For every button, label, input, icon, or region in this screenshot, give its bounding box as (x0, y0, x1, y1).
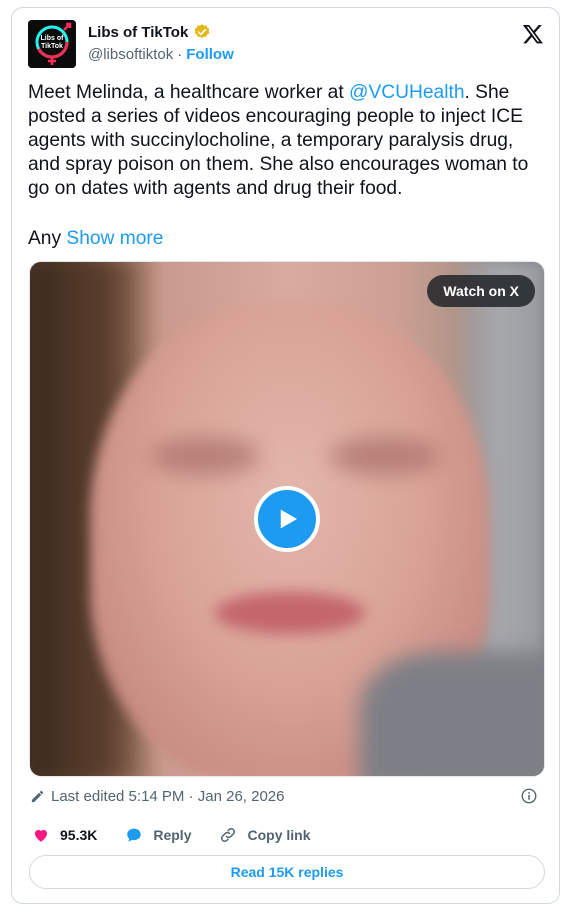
verified-badge-icon (193, 23, 211, 41)
author-handle[interactable]: @libsoftiktok (88, 46, 173, 63)
author-name-row: Libs of TikTok (88, 23, 211, 41)
truncated-text: Any (28, 228, 62, 249)
thumbnail-lips (215, 592, 365, 634)
heart-icon (34, 829, 48, 842)
copy-link-button[interactable]: Copy link (219, 826, 311, 844)
thumbnail-shirt (360, 652, 544, 776)
avatar[interactable]: Libs of TikTok (28, 20, 76, 68)
tweet-text-part1: Meet Melinda, a healthcare worker at (28, 82, 350, 103)
watch-on-x-button[interactable]: Watch on X (427, 275, 535, 307)
reply-label: Reply (153, 827, 192, 843)
copy-link-label: Copy link (247, 827, 311, 843)
read-replies-button[interactable]: Read 15K replies (29, 855, 545, 889)
play-button[interactable] (254, 486, 320, 552)
reply-button[interactable]: Reply (125, 826, 191, 844)
edited-timestamp-row: Last edited 5:14 PM · Jan 26, 2026 (30, 788, 285, 805)
tweet-more-row: Any Show more (28, 227, 163, 251)
pencil-icon (31, 790, 44, 803)
avatar-text-1: Libs of (41, 35, 65, 42)
video-thumbnail[interactable]: Watch on X (29, 261, 545, 777)
info-icon[interactable] (520, 787, 538, 805)
handle-separator: · (177, 46, 183, 63)
mention-link[interactable]: @VCUHealth (349, 82, 464, 103)
show-more-link[interactable]: Show more (66, 228, 163, 249)
author-handle-row: @libsoftiktok · Follow (88, 46, 234, 63)
author-display-name[interactable]: Libs of TikTok (88, 24, 188, 41)
link-icon (221, 827, 236, 843)
follow-button[interactable]: Follow (186, 46, 234, 63)
thumbnail-eye-right (330, 437, 440, 475)
x-logo-icon[interactable] (522, 23, 544, 45)
avatar-text-2: TikTok (41, 43, 63, 50)
reply-bubble-icon (127, 828, 142, 842)
play-icon (280, 509, 297, 529)
edited-timestamp[interactable]: Last edited 5:14 PM · Jan 26, 2026 (51, 788, 285, 805)
thumbnail-eye-left (150, 437, 260, 475)
tweet-card: Libs of TikTok Libs of TikTok @libsoftik… (11, 7, 560, 904)
actions-row: 95.3K Reply Copy link (32, 826, 339, 844)
like-button[interactable]: 95.3K (32, 826, 97, 844)
avatar-logo: Libs of TikTok (28, 20, 76, 68)
like-count: 95.3K (60, 827, 98, 843)
tweet-text: Meet Melinda, a healthcare worker at @VC… (28, 81, 548, 201)
